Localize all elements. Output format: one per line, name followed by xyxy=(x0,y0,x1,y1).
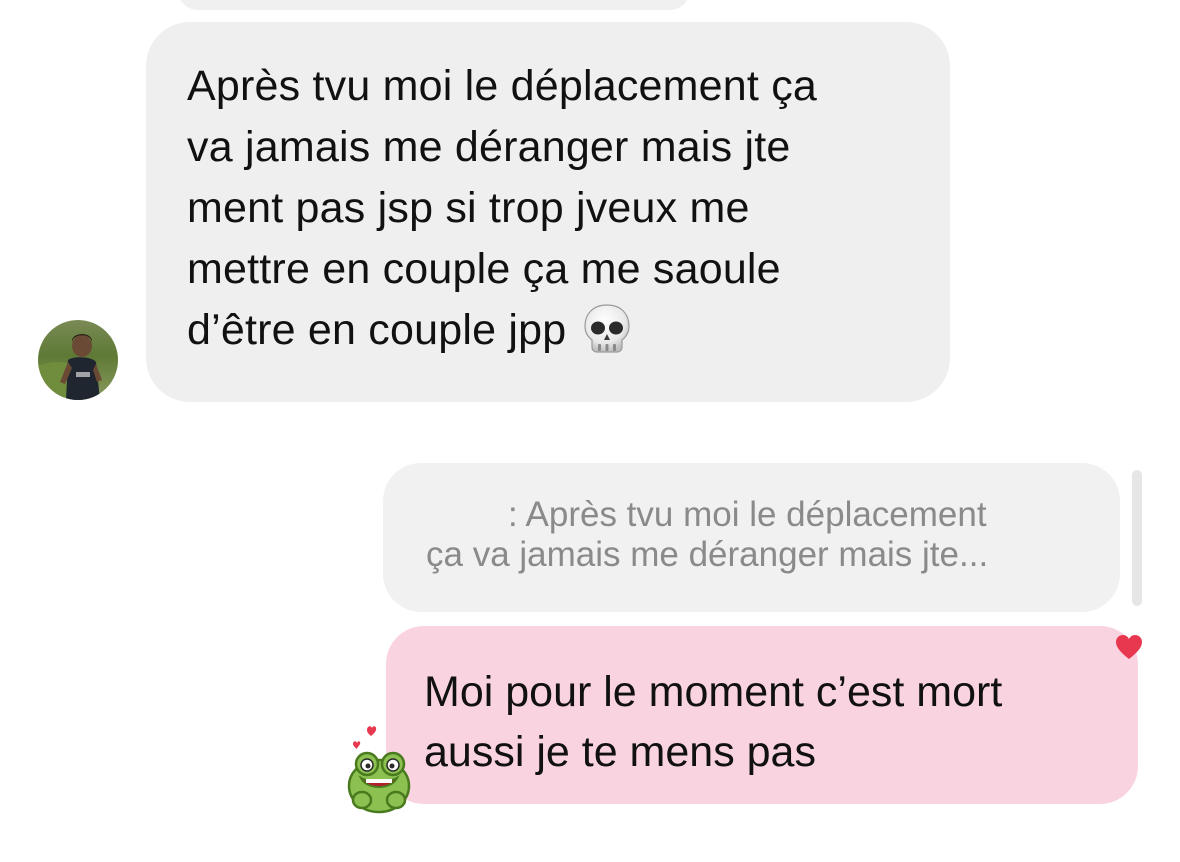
incoming-line-last: d’être en couple jpp xyxy=(187,300,920,361)
outgoing-line: Moi pour le moment c’est mort xyxy=(424,668,1003,716)
reply-indicator-bar xyxy=(1132,470,1142,606)
frog-sticker-icon[interactable] xyxy=(345,722,415,814)
outgoing-line: aussi je te mens pas xyxy=(424,728,816,776)
incoming-line: Après tvu moi le déplacement ça xyxy=(187,62,818,110)
incoming-message-bubble[interactable]: Après tvu moi le déplacement ça va jamai… xyxy=(146,22,950,402)
reply-quote-text: : Après tvu moi le déplacement ça va jam… xyxy=(426,495,1120,575)
heart-reaction-icon[interactable] xyxy=(1114,632,1144,662)
outgoing-message-bubble[interactable]: Moi pour le moment c’est mort aussi je t… xyxy=(386,626,1138,804)
incoming-line: mettre en couple ça me saoule xyxy=(187,245,781,293)
incoming-line: va jamais me déranger mais jte xyxy=(187,123,791,171)
incoming-line: d’être en couple jpp xyxy=(187,306,567,354)
incoming-line: ment pas jsp si trop jveux me xyxy=(187,184,750,232)
outgoing-message-text: Moi pour le moment c’est mort aussi je t… xyxy=(424,662,1138,782)
incoming-message-text: Après tvu moi le déplacement ça va jamai… xyxy=(187,56,920,361)
sender-avatar[interactable] xyxy=(38,320,118,400)
reply-quote-line: : Après tvu moi le déplacement xyxy=(508,495,987,534)
skull-emoji-icon xyxy=(584,304,630,353)
avatar-photo-icon xyxy=(38,320,118,400)
previous-message-bubble xyxy=(178,0,690,10)
reply-quote-line: ça va jamais me déranger mais jte... xyxy=(426,535,989,574)
reply-quote-preview[interactable]: : Après tvu moi le déplacement ça va jam… xyxy=(383,463,1120,612)
